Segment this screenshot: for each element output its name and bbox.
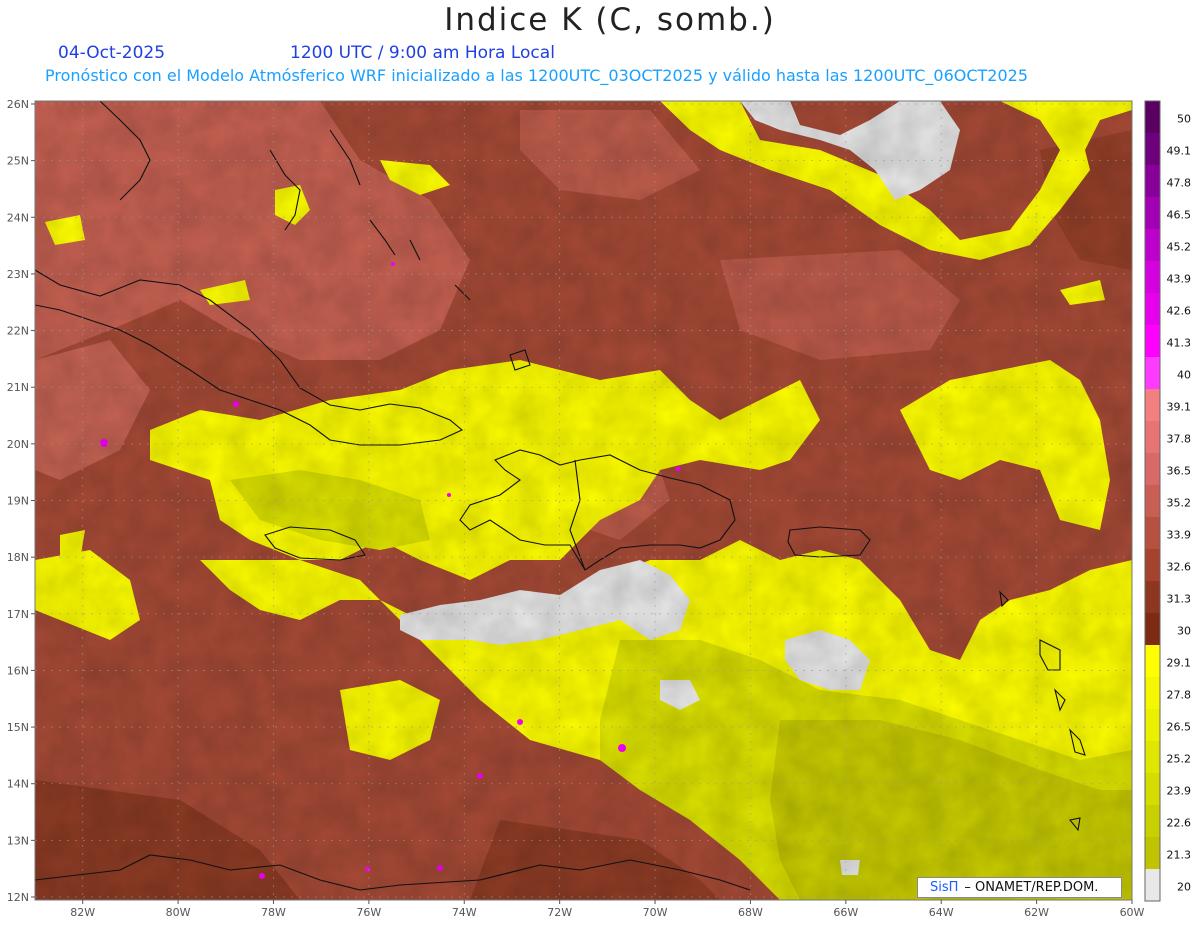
colorbar-swatch	[1145, 389, 1160, 422]
lon-label: 78W	[261, 906, 286, 919]
lat-label: 13N	[7, 834, 29, 847]
credit-text: – ONAMET/REP.DOM.	[964, 880, 1099, 895]
lat-label: 18N	[7, 551, 29, 564]
lat-label: 20N	[7, 438, 29, 451]
k-index-map: 26N 25N 24N 23N 22N 21N 20N 19N 18N 17N 16N 15N 14N 1…	[7, 98, 1192, 919]
colorbar-label: 33.9	[1167, 529, 1192, 542]
colorbar-label: 27.8	[1167, 689, 1192, 702]
colorbar-swatch	[1145, 581, 1160, 614]
lat-label: 19N	[7, 495, 29, 508]
lon-label: 68W	[738, 906, 763, 919]
lon-label: 66W	[833, 906, 858, 919]
colorbar-swatch	[1145, 293, 1160, 326]
lat-label: 17N	[7, 608, 29, 621]
colorbar-label: 50	[1177, 113, 1191, 126]
colorbar-swatch	[1145, 421, 1160, 454]
lon-label: 62W	[1024, 906, 1049, 919]
colorbar-label: 22.6	[1167, 817, 1192, 830]
lon-label: 72W	[547, 906, 572, 919]
lat-label: 23N	[7, 268, 29, 281]
colorbar-swatch	[1145, 709, 1160, 742]
colorbar-label: 26.5	[1167, 721, 1192, 734]
colorbar-label: 20	[1177, 881, 1191, 894]
colorbar-swatch	[1145, 677, 1160, 710]
lat-label: 26N	[7, 98, 29, 111]
colorbar-label: 36.5	[1167, 465, 1192, 478]
colorbar-swatch	[1145, 453, 1160, 486]
colorbar-label: 37.8	[1167, 433, 1192, 446]
colorbar-label: 25.2	[1167, 753, 1192, 766]
latitude-axis: 26N 25N 24N 23N 22N 21N 20N 19N 18N 17N 16N 15N 14N 1…	[7, 98, 35, 904]
colorbar-label: 21.3	[1167, 849, 1192, 862]
credit-box: SisΠ – ONAMET/REP.DOM.	[917, 877, 1122, 898]
colorbar-label: 23.9	[1167, 785, 1192, 798]
colorbar-label: 40	[1177, 369, 1191, 382]
lon-label: 76W	[356, 906, 381, 919]
colorbar-label: 47.8	[1167, 177, 1192, 190]
colorbar-swatch	[1145, 229, 1160, 262]
colorbar-label: 32.6	[1167, 561, 1192, 574]
colorbar-swatch	[1145, 261, 1160, 294]
colorbar-swatch	[1145, 165, 1160, 198]
colorbar-label: 46.5	[1167, 209, 1192, 222]
lat-label: 24N	[7, 211, 29, 224]
colorbar-swatch	[1145, 613, 1160, 646]
longitude-axis: 82W 80W 78W 76W 74W 72W 70W 68W 66W 64W 62W 60W	[70, 900, 1145, 919]
colorbar-label: 39.1	[1167, 401, 1192, 414]
colorbar-label: 41.3	[1167, 337, 1192, 350]
lat-label: 15N	[7, 721, 29, 734]
colorbar-swatch	[1145, 549, 1160, 582]
colorbar-swatch	[1145, 517, 1160, 550]
lat-label: 22N	[7, 325, 29, 338]
colorbar-swatch	[1145, 357, 1160, 390]
lon-label: 80W	[166, 906, 191, 919]
colorbar-swatch	[1145, 325, 1160, 358]
colorbar-swatch	[1145, 485, 1160, 518]
colorbar-label: 30	[1177, 625, 1191, 638]
colorbar-swatch	[1145, 133, 1160, 166]
credit-brand: SisΠ	[930, 880, 959, 895]
lon-label: 60W	[1120, 906, 1145, 919]
colorbar-swatch	[1145, 773, 1160, 806]
colorbar-label: 29.1	[1167, 657, 1192, 670]
colorbar-swatch	[1145, 645, 1160, 678]
colorbar-swatch	[1145, 837, 1160, 870]
lat-label: 25N	[7, 155, 29, 168]
lon-label: 70W	[643, 906, 668, 919]
colorbar-swatch	[1145, 741, 1160, 774]
lon-label: 82W	[70, 906, 95, 919]
colorbar-label: 31.3	[1167, 593, 1192, 606]
lat-label: 21N	[7, 381, 29, 394]
colorbar-label: 49.1	[1167, 145, 1192, 158]
colorbar-label: 42.6	[1167, 305, 1192, 318]
lat-label: 14N	[7, 778, 29, 791]
lon-label: 64W	[929, 906, 954, 919]
colorbar: 50 49.1 47.8 46.5 45.2 43.9 42.6 41.3 40 39.1 37.8…	[1144, 100, 1192, 902]
lat-label: 16N	[7, 664, 29, 677]
colorbar-label: 45.2	[1167, 241, 1192, 254]
colorbar-swatch	[1145, 805, 1160, 838]
lon-label: 74W	[452, 906, 477, 919]
colorbar-swatch	[1145, 101, 1160, 134]
colorbar-label: 35.2	[1167, 497, 1192, 510]
colorbar-label: 43.9	[1167, 273, 1192, 286]
lat-label: 12N	[7, 891, 29, 904]
colorbar-swatch	[1145, 197, 1160, 230]
colorbar-swatch	[1145, 869, 1160, 902]
